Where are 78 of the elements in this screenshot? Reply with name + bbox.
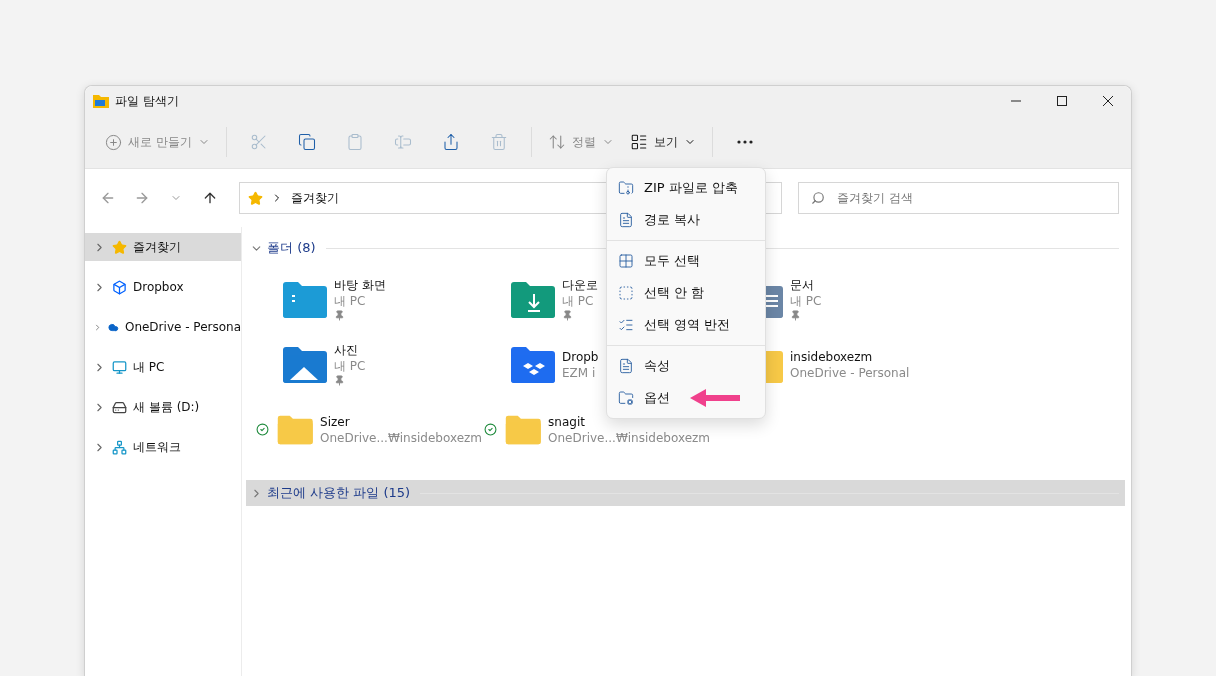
view-button[interactable]: 보기 [621, 124, 704, 160]
folder-location: OneDrive...₩insideboxezm [548, 430, 710, 445]
plus-circle-icon [105, 133, 122, 151]
network-icon [112, 439, 127, 455]
folder-name: 문서 [790, 278, 815, 292]
folder-icon [510, 280, 556, 319]
folder-gear-icon [618, 390, 634, 406]
sidebar-label: Dropbox [133, 280, 184, 294]
sidebar-label: 네트워크 [133, 438, 181, 456]
menu-label: 선택 안 함 [644, 284, 705, 302]
maximize-icon [1057, 96, 1067, 106]
sidebar-label: OneDrive - Persona [124, 320, 241, 334]
star-icon [112, 239, 127, 255]
sidebar-label: 즐겨찾기 [133, 238, 181, 256]
menu-label: 선택 영역 반전 [644, 316, 731, 334]
more-icon [736, 140, 753, 144]
monitor-icon [112, 359, 127, 375]
folder-location: OneDrive...₩insideboxezm [320, 430, 482, 445]
forward-arrow-icon [134, 190, 150, 206]
folder-name: insideboxezm [790, 349, 874, 364]
menu-label: 경로 복사 [644, 211, 701, 229]
list-layout-icon [629, 133, 648, 151]
search-field[interactable]: 즐겨찾기 검색 [798, 182, 1119, 214]
menu-item[interactable]: 선택 안 함 [607, 277, 765, 309]
folder-icon [510, 345, 556, 384]
folder-icon [282, 280, 328, 319]
folder-icon [282, 345, 328, 384]
sidebar-label: 내 PC [133, 358, 165, 376]
sidebar-label: 새 볼륨 (D:) [133, 398, 200, 416]
sidebar-item[interactable]: 네트워크 [85, 433, 241, 461]
menu-item[interactable]: 옵션 [607, 382, 765, 414]
path-icon [618, 212, 634, 228]
folder-name: Sizer [320, 414, 351, 429]
section-header[interactable]: 최근에 사용한 파일 (15) [246, 480, 1125, 506]
grid-outline-icon [618, 285, 634, 301]
menu-item[interactable]: 모두 선택 [607, 245, 765, 277]
star-icon [248, 190, 263, 206]
invert-selection-icon [618, 317, 634, 333]
menu-item[interactable]: 속성 [607, 350, 765, 382]
folder-item[interactable]: 바탕 화면 내 PC [254, 267, 482, 332]
folder-location: EZM i [562, 365, 597, 380]
folder-location: 내 PC [334, 294, 367, 308]
folder-location: 내 PC [334, 359, 366, 373]
folder-name: 사진 [334, 343, 359, 357]
sidebar-item[interactable]: 내 PC [85, 353, 241, 381]
folder-item[interactable]: 사진 내 PC [254, 332, 482, 397]
properties-icon [618, 358, 634, 374]
sort-arrows-icon [547, 133, 566, 151]
box-icon [112, 279, 127, 295]
folder-item[interactable]: Sizer OneDrive...₩insideboxezm [254, 397, 482, 462]
section-title: 최근에 사용한 파일 (15) [267, 484, 411, 502]
search-icon [811, 191, 825, 205]
select-all-icon [618, 253, 634, 269]
window-title: 파일 탐색기 [115, 92, 180, 110]
menu-label: 속성 [644, 357, 670, 375]
folder-location: OneDrive - Personal [790, 365, 910, 380]
folder-name: Dropb [562, 349, 599, 364]
close-icon [1103, 96, 1113, 106]
folder-location: 내 PC [562, 294, 595, 308]
menu-label: 옵션 [644, 389, 670, 407]
folder-icon [93, 94, 109, 108]
sidebar-item[interactable]: 새 볼륨 (D:) [85, 393, 241, 421]
folder-location: 내 PC [790, 294, 822, 308]
address-path: 즐겨찾기 [291, 189, 339, 207]
archive-folder-icon [618, 180, 634, 196]
back-arrow-icon [100, 190, 116, 206]
search-placeholder: 즐겨찾기 검색 [837, 189, 913, 207]
menu-label: 모두 선택 [644, 252, 701, 270]
drive-icon [112, 399, 127, 415]
sidebar-item[interactable]: 즐겨찾기 [85, 233, 241, 261]
menu-item[interactable]: 선택 영역 반전 [607, 309, 765, 341]
sidebar-item[interactable]: OneDrive - Persona [85, 313, 241, 341]
menu-label: ZIP 파일로 압축 [644, 179, 738, 197]
sidebar-item[interactable]: Dropbox [85, 273, 241, 301]
section-title: 폴더 (8) [267, 239, 316, 257]
folder-name: 다운로 [562, 278, 598, 292]
folder-name: 바탕 화면 [334, 278, 386, 292]
folder-name: snagit [548, 414, 586, 429]
